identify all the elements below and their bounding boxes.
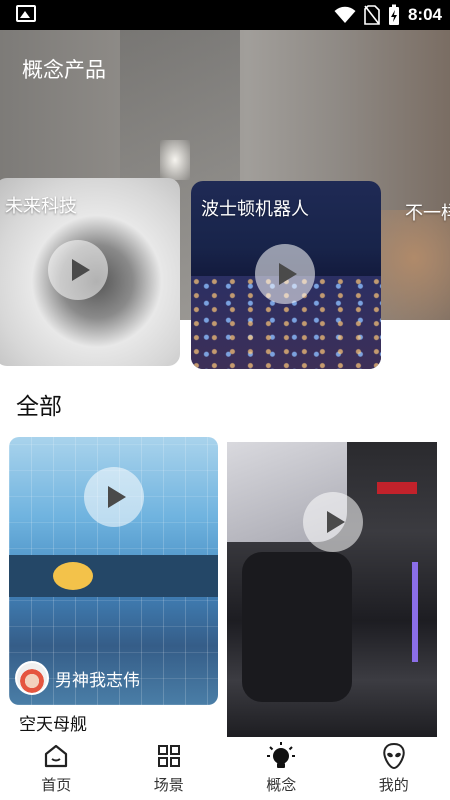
section-title: 全部 [16,394,62,420]
video-card[interactable] [227,442,437,740]
grid-icon [154,741,184,771]
carousel-card-title: 不一样 [405,203,450,224]
carousel-card-boston-robot[interactable]: 波士顿机器人 [191,181,381,369]
nav-item-concept[interactable]: 概念 [225,737,338,800]
video-author[interactable]: 男神我志伟 [15,661,140,695]
nav-item-scene[interactable]: 场景 [113,737,226,800]
author-name: 男神我志伟 [55,670,140,691]
no-sim-icon [364,5,380,25]
hero-title: 概念产品 [22,58,106,82]
status-time: 8:04 [407,5,442,24]
carousel-card-title: 波士顿机器人 [201,199,309,220]
play-icon[interactable] [255,244,315,304]
wifi-icon [334,6,356,23]
status-bar: 8:04 [0,0,450,30]
video-caption: 空天母舰 [19,715,87,735]
image-notification-icon [16,5,36,22]
carousel-card-title: 未来科技 [5,196,77,217]
nav-item-home[interactable]: 首页 [0,737,113,800]
alien-icon [379,741,409,771]
nav-label: 首页 [41,776,72,794]
nav-label: 场景 [153,776,184,794]
video-card[interactable]: 男神我志伟 [9,437,218,705]
play-icon[interactable] [303,492,363,552]
avatar[interactable] [15,661,49,695]
lightbulb-icon [266,741,296,771]
battery-charging-icon [388,4,399,25]
home-icon [41,741,71,771]
nav-item-profile[interactable]: 我的 [338,737,450,800]
play-icon[interactable] [84,467,144,527]
nav-label: 概念 [266,776,297,794]
carousel-card-next[interactable]: 不一样 [394,181,450,311]
bottom-navigation: 首页 场景 概念 我的 [0,737,450,800]
play-icon[interactable] [48,240,108,300]
nav-label: 我的 [378,776,409,794]
carousel-card-future-tech[interactable]: 未来科技 [0,178,180,366]
